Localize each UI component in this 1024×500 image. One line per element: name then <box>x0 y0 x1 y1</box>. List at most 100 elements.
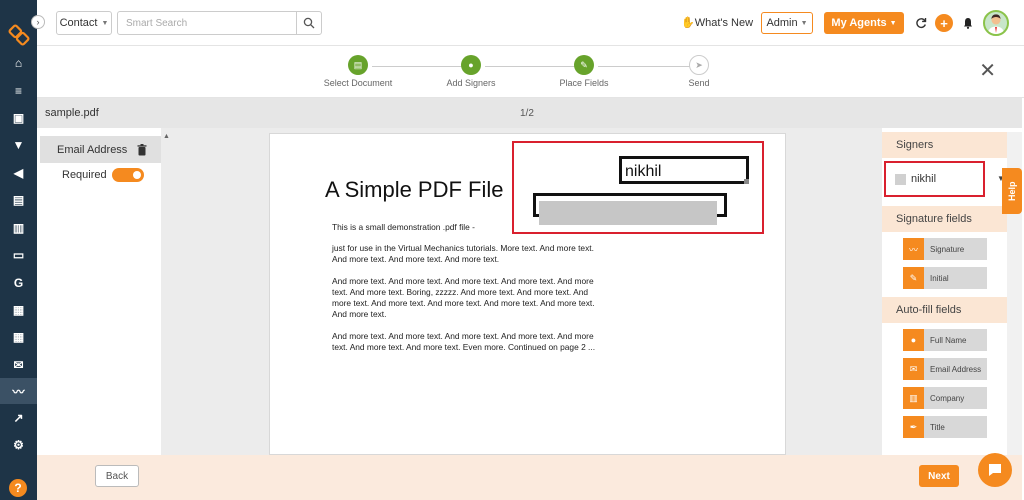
close-icon[interactable]: ✕ <box>979 58 996 83</box>
refresh-icon[interactable] <box>912 14 930 32</box>
my-agents-button[interactable]: My Agents ▼ <box>824 12 904 34</box>
signature-field-value: nikhil <box>625 163 662 180</box>
step-place-fields[interactable]: ✎ Place Fields <box>539 55 629 88</box>
collapse-sidebar-button[interactable]: › <box>31 15 45 29</box>
person-icon: ● <box>903 329 924 351</box>
signature-icon[interactable]: 〰 <box>0 378 37 404</box>
chat-icon <box>989 464 1001 476</box>
search-button[interactable] <box>296 11 322 35</box>
initial-icon: ✎ <box>903 267 924 289</box>
pdf-paragraph: And more text. And more text. And more t… <box>332 276 595 319</box>
help-icon[interactable]: ? <box>9 479 27 497</box>
title-field-button[interactable]: ✒ Title <box>903 416 987 438</box>
user-avatar[interactable] <box>983 10 1009 36</box>
pen-icon: ✒ <box>903 416 924 438</box>
list-icon[interactable]: ≡ <box>0 78 37 104</box>
chart-bar-icon[interactable]: ▥ <box>0 215 37 241</box>
email-field-label: Email Address <box>930 364 982 374</box>
document-toolbar: sample.pdf 1/2 <box>37 98 1022 128</box>
step-label: Add Signers <box>446 78 496 88</box>
signature-fields-header: Signature fields <box>882 206 1007 232</box>
field-properties-panel: Email Address Required <box>37 128 161 455</box>
help-tab-label: Help <box>1007 181 1017 201</box>
contact-dropdown-label: Contact <box>59 17 98 29</box>
trash-icon[interactable] <box>137 143 147 156</box>
resize-handle[interactable] <box>744 179 749 184</box>
pdf-title: A Simple PDF File <box>325 177 504 202</box>
calculator-icon[interactable]: ▦ <box>0 297 37 323</box>
page-indicator: 1/2 <box>520 108 534 119</box>
pdf-paragraph: And more text. And more text. And more t… <box>332 331 596 352</box>
plus-icon[interactable]: + <box>935 14 953 32</box>
back-button[interactable]: Back <box>95 465 139 487</box>
signature-icon: 〰 <box>903 238 924 260</box>
title-field-label: Title <box>930 422 945 432</box>
company-field-button[interactable]: ▥ Company <box>903 387 987 409</box>
whats-new-link[interactable]: ✋What's New <box>681 16 753 29</box>
required-label: Required <box>62 169 107 181</box>
full-name-field-button[interactable]: ● Full Name <box>903 329 987 351</box>
left-nav-rail: ⌂ ≡ ▣ ▼ ◀ ▤ ▥ ▭ G ▦ ▦ ✉ 〰 ↗ ⚙ ? <box>0 0 37 500</box>
home-icon[interactable]: ⌂ <box>0 50 37 76</box>
search-icon <box>303 17 315 29</box>
email-field-button[interactable]: ✉ Email Address <box>903 358 987 380</box>
step-status-icon: ➤ <box>689 55 709 75</box>
chat-button[interactable] <box>978 453 1012 487</box>
step-select-document[interactable]: ▤ Select Document <box>313 55 403 88</box>
bell-icon[interactable] <box>959 14 977 32</box>
chevron-down-icon: ▼ <box>101 19 109 27</box>
step-add-signers[interactable]: ● Add Signers <box>426 55 516 88</box>
filter-icon[interactable]: ▼ <box>0 132 37 158</box>
step-send[interactable]: ➤ Send <box>654 55 744 88</box>
email-field-placed[interactable] <box>533 193 727 225</box>
top-bar: Contact ▼ Smart Search ✋What's New Admin… <box>37 0 1024 46</box>
signature-field-placed[interactable]: nikhil <box>619 156 749 184</box>
document-icon[interactable]: ▤ <box>0 187 37 213</box>
chevron-down-icon: ▼ <box>889 19 897 27</box>
signature-field-button[interactable]: 〰 Signature <box>903 238 987 260</box>
mail-icon: ✉ <box>903 358 924 380</box>
step-status-icon: ● <box>461 55 481 75</box>
chevron-down-icon: ▼ <box>800 19 808 27</box>
required-row: Required <box>62 168 144 182</box>
signers-header: Signers <box>882 132 1007 158</box>
google-icon[interactable]: G <box>0 270 37 296</box>
wizard-stepper: ▤ Select Document ● Add Signers ✎ Place Field… <box>37 46 1024 98</box>
step-label: Place Fields <box>559 78 609 88</box>
hand-icon: ✋ <box>681 17 695 29</box>
selected-field-name: Email Address <box>57 143 128 156</box>
calendar-icon[interactable]: ▦ <box>0 324 37 350</box>
building-icon: ▥ <box>903 387 924 409</box>
folder-icon[interactable]: ▭ <box>0 242 37 268</box>
admin-label: Admin <box>766 17 798 29</box>
wizard-footer: Back Next <box>37 455 1022 500</box>
contact-dropdown[interactable]: Contact ▼ <box>56 11 112 35</box>
document-filename: sample.pdf <box>45 107 99 119</box>
next-button[interactable]: Next <box>919 465 959 487</box>
step-status-icon: ✎ <box>574 55 594 75</box>
pdf-paragraph: just for use in the Virtual Mechanics tu… <box>332 243 594 264</box>
selected-field-row[interactable]: Email Address <box>40 136 161 163</box>
analytics-icon[interactable]: ↗ <box>0 405 37 431</box>
step-status-icon: ▤ <box>348 55 368 75</box>
admin-dropdown[interactable]: Admin ▼ <box>761 12 813 34</box>
initial-field-button[interactable]: ✎ Initial <box>903 267 987 289</box>
settings-icon[interactable]: ⚙ <box>0 432 37 458</box>
mail-icon[interactable]: ✉ <box>0 352 37 378</box>
help-tab[interactable]: Help <box>1002 168 1022 214</box>
contacts-icon[interactable]: ▣ <box>0 105 37 131</box>
step-label: Select Document <box>323 78 393 88</box>
step-label: Send <box>688 78 710 88</box>
whats-new-label: What's New <box>694 17 754 29</box>
scroll-up-icon[interactable]: ▲ <box>163 133 170 140</box>
required-toggle[interactable] <box>111 168 144 182</box>
app-logo-icon[interactable] <box>8 24 30 46</box>
smart-search-input[interactable]: Smart Search <box>117 11 317 35</box>
initial-field-label: Initial <box>930 273 949 283</box>
full-name-field-label: Full Name <box>930 335 967 345</box>
signer-select[interactable]: nikhil <box>895 171 967 187</box>
megaphone-icon[interactable]: ◀ <box>0 160 37 186</box>
company-field-label: Company <box>930 393 965 403</box>
signer-name: nikhil <box>911 173 937 185</box>
my-agents-label: My Agents <box>831 17 887 29</box>
